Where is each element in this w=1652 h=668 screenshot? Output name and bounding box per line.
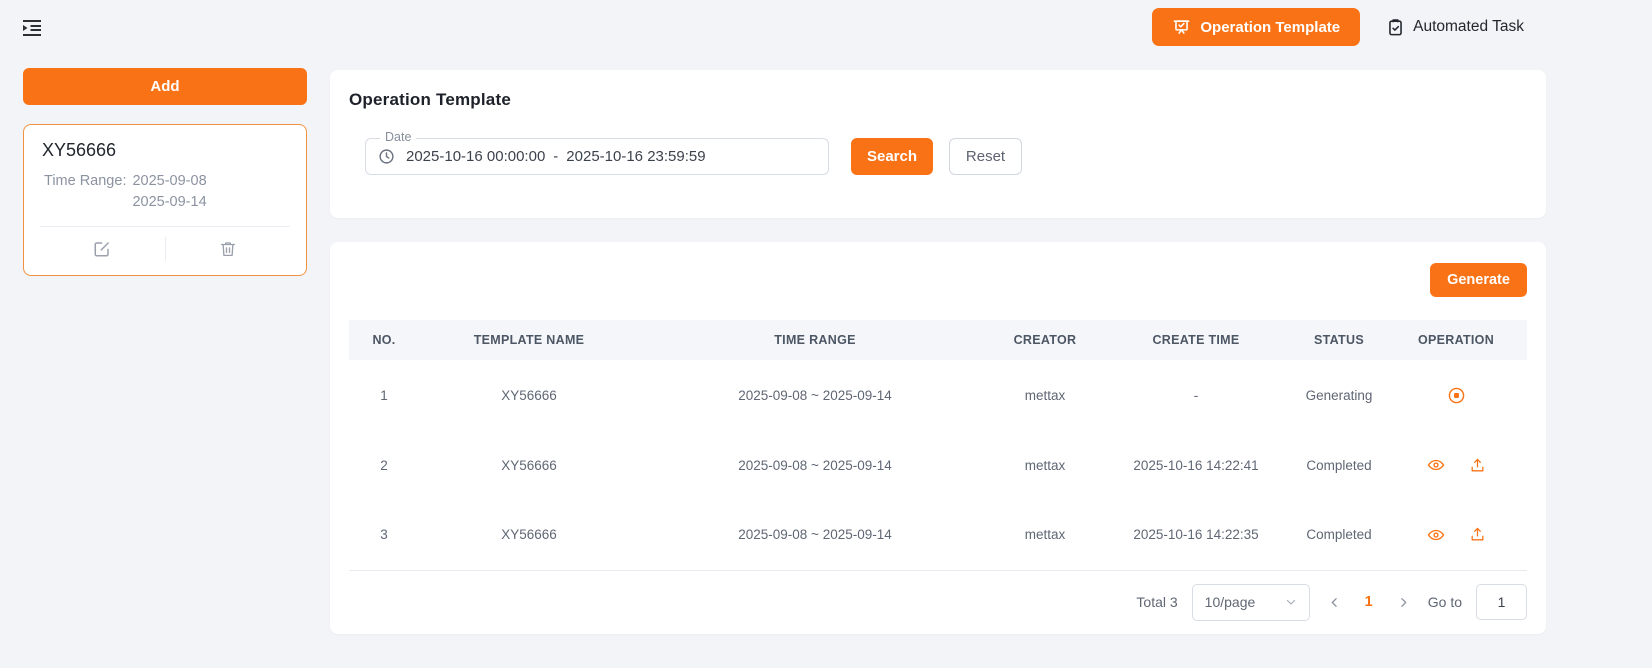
table-row: 2 XY56666 2025-09-08 ~ 2025-09-14 mettax… bbox=[349, 430, 1527, 500]
cell-time-range: 2025-09-08 ~ 2025-09-14 bbox=[639, 360, 991, 430]
topbar-actions: Operation Template Automated Task bbox=[1152, 8, 1524, 46]
clock-icon bbox=[378, 148, 395, 165]
goto-page-input[interactable] bbox=[1476, 584, 1527, 620]
operation-template-label: Operation Template bbox=[1200, 19, 1340, 36]
cell-no: 1 bbox=[349, 360, 419, 430]
column-status: STATUS bbox=[1293, 320, 1385, 360]
time-range-start: 2025-09-08 bbox=[132, 173, 206, 189]
presentation-board-icon bbox=[1172, 18, 1191, 37]
export-report-button[interactable] bbox=[1469, 526, 1486, 543]
time-range-end: 2025-09-14 bbox=[132, 194, 206, 210]
time-range-label: Time Range: bbox=[44, 171, 126, 213]
next-page-button[interactable] bbox=[1393, 592, 1414, 613]
sidebar-collapse-button[interactable] bbox=[20, 16, 44, 40]
search-button[interactable]: Search bbox=[851, 138, 933, 175]
column-operation: OPERATION bbox=[1385, 320, 1527, 360]
record-icon bbox=[1448, 387, 1465, 404]
upload-icon bbox=[1469, 457, 1486, 474]
date-range-input[interactable]: Date 2025-10-16 00:00:00-2025-10-16 23:5… bbox=[365, 138, 829, 175]
column-create-time: CREATE TIME bbox=[1099, 320, 1293, 360]
cell-template-name: XY56666 bbox=[419, 430, 639, 500]
menu-unfold-icon bbox=[20, 16, 44, 40]
page-size-select[interactable]: 10/page bbox=[1192, 584, 1310, 621]
table-row: 1 XY56666 2025-09-08 ~ 2025-09-14 mettax… bbox=[349, 360, 1527, 430]
cell-status: Completed bbox=[1293, 430, 1385, 500]
template-card-time-range: Time Range: 2025-09-08 2025-09-14 bbox=[44, 171, 290, 213]
chevron-right-icon bbox=[1397, 596, 1410, 609]
template-card-title: XY56666 bbox=[42, 140, 290, 161]
pagination: Total 3 10/page 1 bbox=[349, 571, 1527, 621]
delete-template-button[interactable] bbox=[166, 227, 291, 271]
cell-status: Completed bbox=[1293, 500, 1385, 570]
edit-template-button[interactable] bbox=[40, 227, 165, 271]
automated-task-label: Automated Task bbox=[1413, 18, 1524, 36]
column-time-range: TIME RANGE bbox=[639, 320, 991, 360]
date-separator: - bbox=[553, 148, 558, 165]
table-row: 3 XY56666 2025-09-08 ~ 2025-09-14 mettax… bbox=[349, 500, 1527, 570]
edit-icon bbox=[93, 240, 111, 258]
cell-create-time: 2025-10-16 14:22:35 bbox=[1099, 500, 1293, 570]
upload-icon bbox=[1469, 526, 1486, 543]
page-number[interactable]: 1 bbox=[1359, 594, 1379, 610]
cell-time-range: 2025-09-08 ~ 2025-09-14 bbox=[639, 430, 991, 500]
filter-panel: Operation Template Date 2025-10-16 00:00… bbox=[330, 70, 1546, 218]
template-table: NO. TEMPLATE NAME TIME RANGE CREATOR CRE… bbox=[349, 320, 1527, 571]
cell-create-time: 2025-10-16 14:22:41 bbox=[1099, 430, 1293, 500]
trash-icon bbox=[219, 240, 237, 258]
template-sidebar: Add XY56666 Time Range: 2025-09-08 2025-… bbox=[23, 68, 307, 276]
cell-time-range: 2025-09-08 ~ 2025-09-14 bbox=[639, 500, 991, 570]
topbar: Operation Template Automated Task bbox=[0, 0, 1652, 54]
eye-icon bbox=[1427, 526, 1445, 544]
chevron-left-icon bbox=[1328, 596, 1341, 609]
table-panel: Generate NO. TEMPLATE NAME TIME RANGE CR… bbox=[330, 242, 1546, 634]
add-template-button[interactable]: Add bbox=[23, 68, 307, 105]
column-creator: CREATOR bbox=[991, 320, 1099, 360]
generating-record-button[interactable] bbox=[1448, 387, 1465, 404]
cell-creator: mettax bbox=[991, 360, 1099, 430]
prev-page-button[interactable] bbox=[1324, 592, 1345, 613]
view-report-button[interactable] bbox=[1427, 456, 1445, 474]
cell-create-time: - bbox=[1099, 360, 1293, 430]
chevron-down-icon bbox=[1285, 596, 1297, 608]
card-actions bbox=[40, 227, 290, 271]
export-report-button[interactable] bbox=[1469, 457, 1486, 474]
date-start: 2025-10-16 00:00:00 bbox=[406, 148, 545, 165]
table-header-row: NO. TEMPLATE NAME TIME RANGE CREATOR CRE… bbox=[349, 320, 1527, 360]
cell-no: 2 bbox=[349, 430, 419, 500]
date-field-label: Date bbox=[380, 130, 416, 144]
filter-row: Date 2025-10-16 00:00:00-2025-10-16 23:5… bbox=[349, 138, 1527, 175]
cell-no: 3 bbox=[349, 500, 419, 570]
reset-button[interactable]: Reset bbox=[949, 138, 1022, 175]
automated-task-tab[interactable]: Automated Task bbox=[1386, 18, 1524, 37]
page-title: Operation Template bbox=[349, 90, 1527, 110]
date-range-value: 2025-10-16 00:00:00-2025-10-16 23:59:59 bbox=[406, 148, 706, 165]
clipboard-check-icon bbox=[1386, 18, 1405, 37]
date-end: 2025-10-16 23:59:59 bbox=[566, 148, 705, 165]
cell-creator: mettax bbox=[991, 500, 1099, 570]
goto-label: Go to bbox=[1428, 594, 1462, 610]
main-content: Operation Template Date 2025-10-16 00:00… bbox=[330, 70, 1546, 634]
table-toolbar: Generate bbox=[349, 263, 1527, 297]
view-report-button[interactable] bbox=[1427, 526, 1445, 544]
cell-creator: mettax bbox=[991, 430, 1099, 500]
column-template-name: TEMPLATE NAME bbox=[419, 320, 639, 360]
pagination-total: Total 3 bbox=[1136, 594, 1177, 610]
template-card[interactable]: XY56666 Time Range: 2025-09-08 2025-09-1… bbox=[23, 124, 307, 276]
cell-template-name: XY56666 bbox=[419, 360, 639, 430]
cell-template-name: XY56666 bbox=[419, 500, 639, 570]
cell-status: Generating bbox=[1293, 360, 1385, 430]
column-no: NO. bbox=[349, 320, 419, 360]
page-size-value: 10/page bbox=[1205, 594, 1256, 610]
operation-template-tab[interactable]: Operation Template bbox=[1152, 8, 1360, 46]
generate-button[interactable]: Generate bbox=[1430, 263, 1527, 297]
eye-icon bbox=[1427, 456, 1445, 474]
